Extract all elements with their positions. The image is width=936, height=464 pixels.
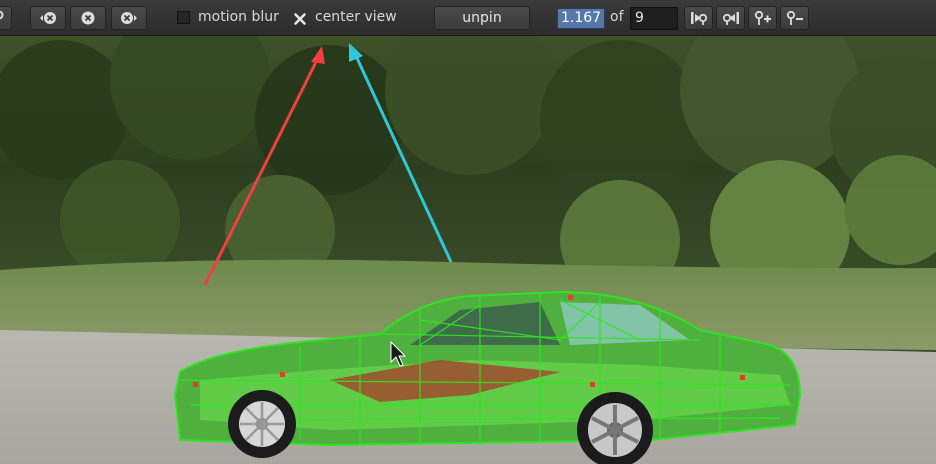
center-view-checkbox[interactable] bbox=[293, 11, 307, 25]
checkbox-checked-icon bbox=[294, 13, 306, 25]
center-view-label: center view bbox=[315, 9, 397, 25]
keyframe-next-icon bbox=[722, 12, 739, 25]
delete-right-button[interactable] bbox=[111, 6, 147, 30]
next-keyframe-button[interactable] bbox=[716, 6, 745, 30]
viewer-toolbar: motion blur center view unpin 1.167 of 9 bbox=[0, 0, 936, 36]
unpin-button[interactable]: unpin bbox=[434, 6, 530, 30]
remove-keyframe-button[interactable] bbox=[780, 6, 809, 30]
delete-icon bbox=[81, 11, 95, 25]
motion-blur-label: motion blur bbox=[198, 9, 279, 25]
delete-button[interactable] bbox=[70, 6, 106, 30]
keyframe-remove-icon bbox=[786, 10, 803, 25]
of-label: of bbox=[610, 9, 624, 25]
viewer-image[interactable] bbox=[0, 36, 936, 464]
pin-icon bbox=[0, 10, 4, 20]
keyframe-add-icon bbox=[754, 10, 771, 25]
prev-keyframe-button[interactable] bbox=[684, 6, 713, 30]
pin-button[interactable] bbox=[0, 6, 12, 30]
keyframe-prev-icon bbox=[690, 12, 707, 25]
delete-right-icon bbox=[121, 12, 137, 24]
total-frames-field[interactable]: 9 bbox=[630, 7, 678, 30]
add-keyframe-button[interactable] bbox=[748, 6, 777, 30]
current-frame-field[interactable]: 1.167 bbox=[557, 8, 605, 29]
front-wheel bbox=[228, 390, 296, 458]
motion-blur-checkbox[interactable] bbox=[177, 11, 190, 24]
delete-left-button[interactable] bbox=[30, 6, 66, 30]
delete-left-icon bbox=[40, 12, 56, 24]
